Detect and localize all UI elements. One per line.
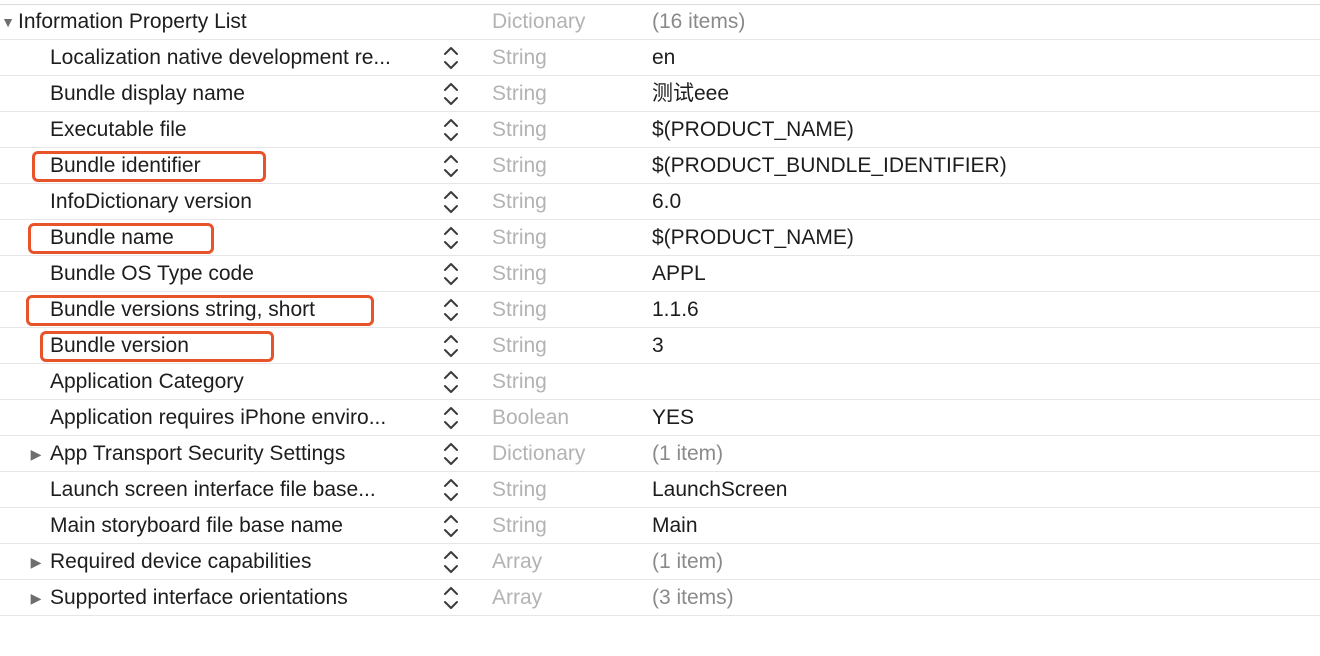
up-down-stepper-icon[interactable]: [440, 260, 462, 288]
up-down-stepper-icon[interactable]: [440, 116, 462, 144]
root-key: Information Property List: [18, 10, 247, 33]
property-type[interactable]: Dictionary: [492, 436, 585, 472]
property-value[interactable]: (3 items): [652, 580, 734, 616]
property-type[interactable]: Boolean: [492, 400, 569, 436]
property-row[interactable]: Bundle versions string, short String 1.1.6: [0, 292, 1320, 328]
up-down-stepper-icon[interactable]: [440, 44, 462, 72]
property-type[interactable]: String: [492, 472, 547, 508]
up-down-stepper-icon[interactable]: [440, 80, 462, 108]
property-type[interactable]: String: [492, 148, 547, 184]
property-row[interactable]: Bundle version String 3: [0, 328, 1320, 364]
up-down-stepper-icon[interactable]: [440, 296, 462, 324]
property-row[interactable]: Bundle identifier String $(PRODUCT_BUNDLE_…: [0, 148, 1320, 184]
property-type[interactable]: String: [492, 220, 547, 256]
property-key[interactable]: Bundle identifier: [50, 148, 440, 184]
property-rows: Localization native development re... Str…: [0, 40, 1320, 616]
root-type[interactable]: Dictionary: [492, 4, 585, 40]
property-row[interactable]: Executable file String $(PRODUCT_NAME): [0, 112, 1320, 148]
root-row[interactable]: ▼ Information Property List Dictionary (…: [0, 4, 1320, 40]
root-value: (16 items): [652, 10, 746, 33]
up-down-stepper-icon[interactable]: [440, 512, 462, 540]
disclosure-triangle-right-icon[interactable]: ▶: [28, 544, 44, 580]
property-key[interactable]: Main storyboard file base name: [50, 508, 440, 544]
property-type[interactable]: String: [492, 40, 547, 76]
property-key[interactable]: Launch screen interface file base...: [50, 472, 440, 508]
property-value[interactable]: YES: [652, 400, 694, 436]
property-value[interactable]: Main: [652, 508, 698, 544]
property-row[interactable]: Application Category String: [0, 364, 1320, 400]
property-type[interactable]: String: [492, 112, 547, 148]
property-row[interactable]: InfoDictionary version String 6.0: [0, 184, 1320, 220]
disclosure-triangle-right-icon[interactable]: ▶: [28, 436, 44, 472]
property-row[interactable]: ▶ Supported interface orientations Array (3…: [0, 580, 1320, 616]
property-type[interactable]: String: [492, 256, 547, 292]
property-value[interactable]: $(PRODUCT_BUNDLE_IDENTIFIER): [652, 148, 1007, 184]
up-down-stepper-icon[interactable]: [440, 584, 462, 612]
property-key[interactable]: Supported interface orientations: [50, 580, 440, 616]
property-value[interactable]: 测试eee: [652, 76, 729, 112]
property-key[interactable]: Bundle name: [50, 220, 440, 256]
property-type[interactable]: String: [492, 184, 547, 220]
property-row[interactable]: Main storyboard file base name String Main: [0, 508, 1320, 544]
property-row[interactable]: ▶ App Transport Security Settings Dictiona…: [0, 436, 1320, 472]
property-key[interactable]: Localization native development re...: [50, 40, 440, 76]
property-value[interactable]: (1 item): [652, 436, 723, 472]
property-row[interactable]: Bundle OS Type code String APPL: [0, 256, 1320, 292]
property-row[interactable]: Bundle display name String 测试eee: [0, 76, 1320, 112]
disclosure-triangle-right-icon[interactable]: ▶: [28, 580, 44, 616]
up-down-stepper-icon[interactable]: [440, 224, 462, 252]
property-value[interactable]: LaunchScreen: [652, 472, 787, 508]
property-key[interactable]: App Transport Security Settings: [50, 436, 440, 472]
property-key[interactable]: Bundle display name: [50, 76, 440, 112]
property-key[interactable]: Bundle version: [50, 328, 440, 364]
property-value[interactable]: $(PRODUCT_NAME): [652, 220, 854, 256]
up-down-stepper-icon[interactable]: [440, 548, 462, 576]
property-row[interactable]: Launch screen interface file base... Stri…: [0, 472, 1320, 508]
property-key[interactable]: Bundle OS Type code: [50, 256, 440, 292]
disclosure-triangle-down-icon[interactable]: ▼: [0, 4, 16, 40]
property-key[interactable]: Executable file: [50, 112, 440, 148]
property-value[interactable]: APPL: [652, 256, 706, 292]
property-row[interactable]: Localization native development re... Str…: [0, 40, 1320, 76]
property-row[interactable]: ▶ Required device capabilities Array (1 ite…: [0, 544, 1320, 580]
property-type[interactable]: String: [492, 508, 547, 544]
property-type[interactable]: String: [492, 364, 547, 400]
property-key[interactable]: Required device capabilities: [50, 544, 440, 580]
up-down-stepper-icon[interactable]: [440, 332, 462, 360]
up-down-stepper-icon[interactable]: [440, 152, 462, 180]
property-key[interactable]: InfoDictionary version: [50, 184, 440, 220]
property-type[interactable]: String: [492, 76, 547, 112]
property-type[interactable]: String: [492, 328, 547, 364]
property-row[interactable]: Bundle name String $(PRODUCT_NAME): [0, 220, 1320, 256]
property-value[interactable]: 6.0: [652, 184, 681, 220]
property-value[interactable]: en: [652, 40, 675, 76]
property-value[interactable]: 3: [652, 328, 664, 364]
property-value[interactable]: (1 item): [652, 544, 723, 580]
property-key[interactable]: Bundle versions string, short: [50, 292, 440, 328]
property-type[interactable]: Array: [492, 544, 542, 580]
property-key[interactable]: Application Category: [50, 364, 440, 400]
up-down-stepper-icon[interactable]: [440, 368, 462, 396]
property-type[interactable]: Array: [492, 580, 542, 616]
up-down-stepper-icon[interactable]: [440, 440, 462, 468]
property-type[interactable]: String: [492, 292, 547, 328]
up-down-stepper-icon[interactable]: [440, 476, 462, 504]
property-row[interactable]: Application requires iPhone enviro... Boo…: [0, 400, 1320, 436]
property-list-editor: ▼ Information Property List Dictionary (…: [0, 4, 1320, 616]
up-down-stepper-icon[interactable]: [440, 404, 462, 432]
property-key[interactable]: Application requires iPhone enviro...: [50, 400, 440, 436]
up-down-stepper-icon[interactable]: [440, 188, 462, 216]
property-value[interactable]: $(PRODUCT_NAME): [652, 112, 854, 148]
property-value[interactable]: 1.1.6: [652, 292, 699, 328]
